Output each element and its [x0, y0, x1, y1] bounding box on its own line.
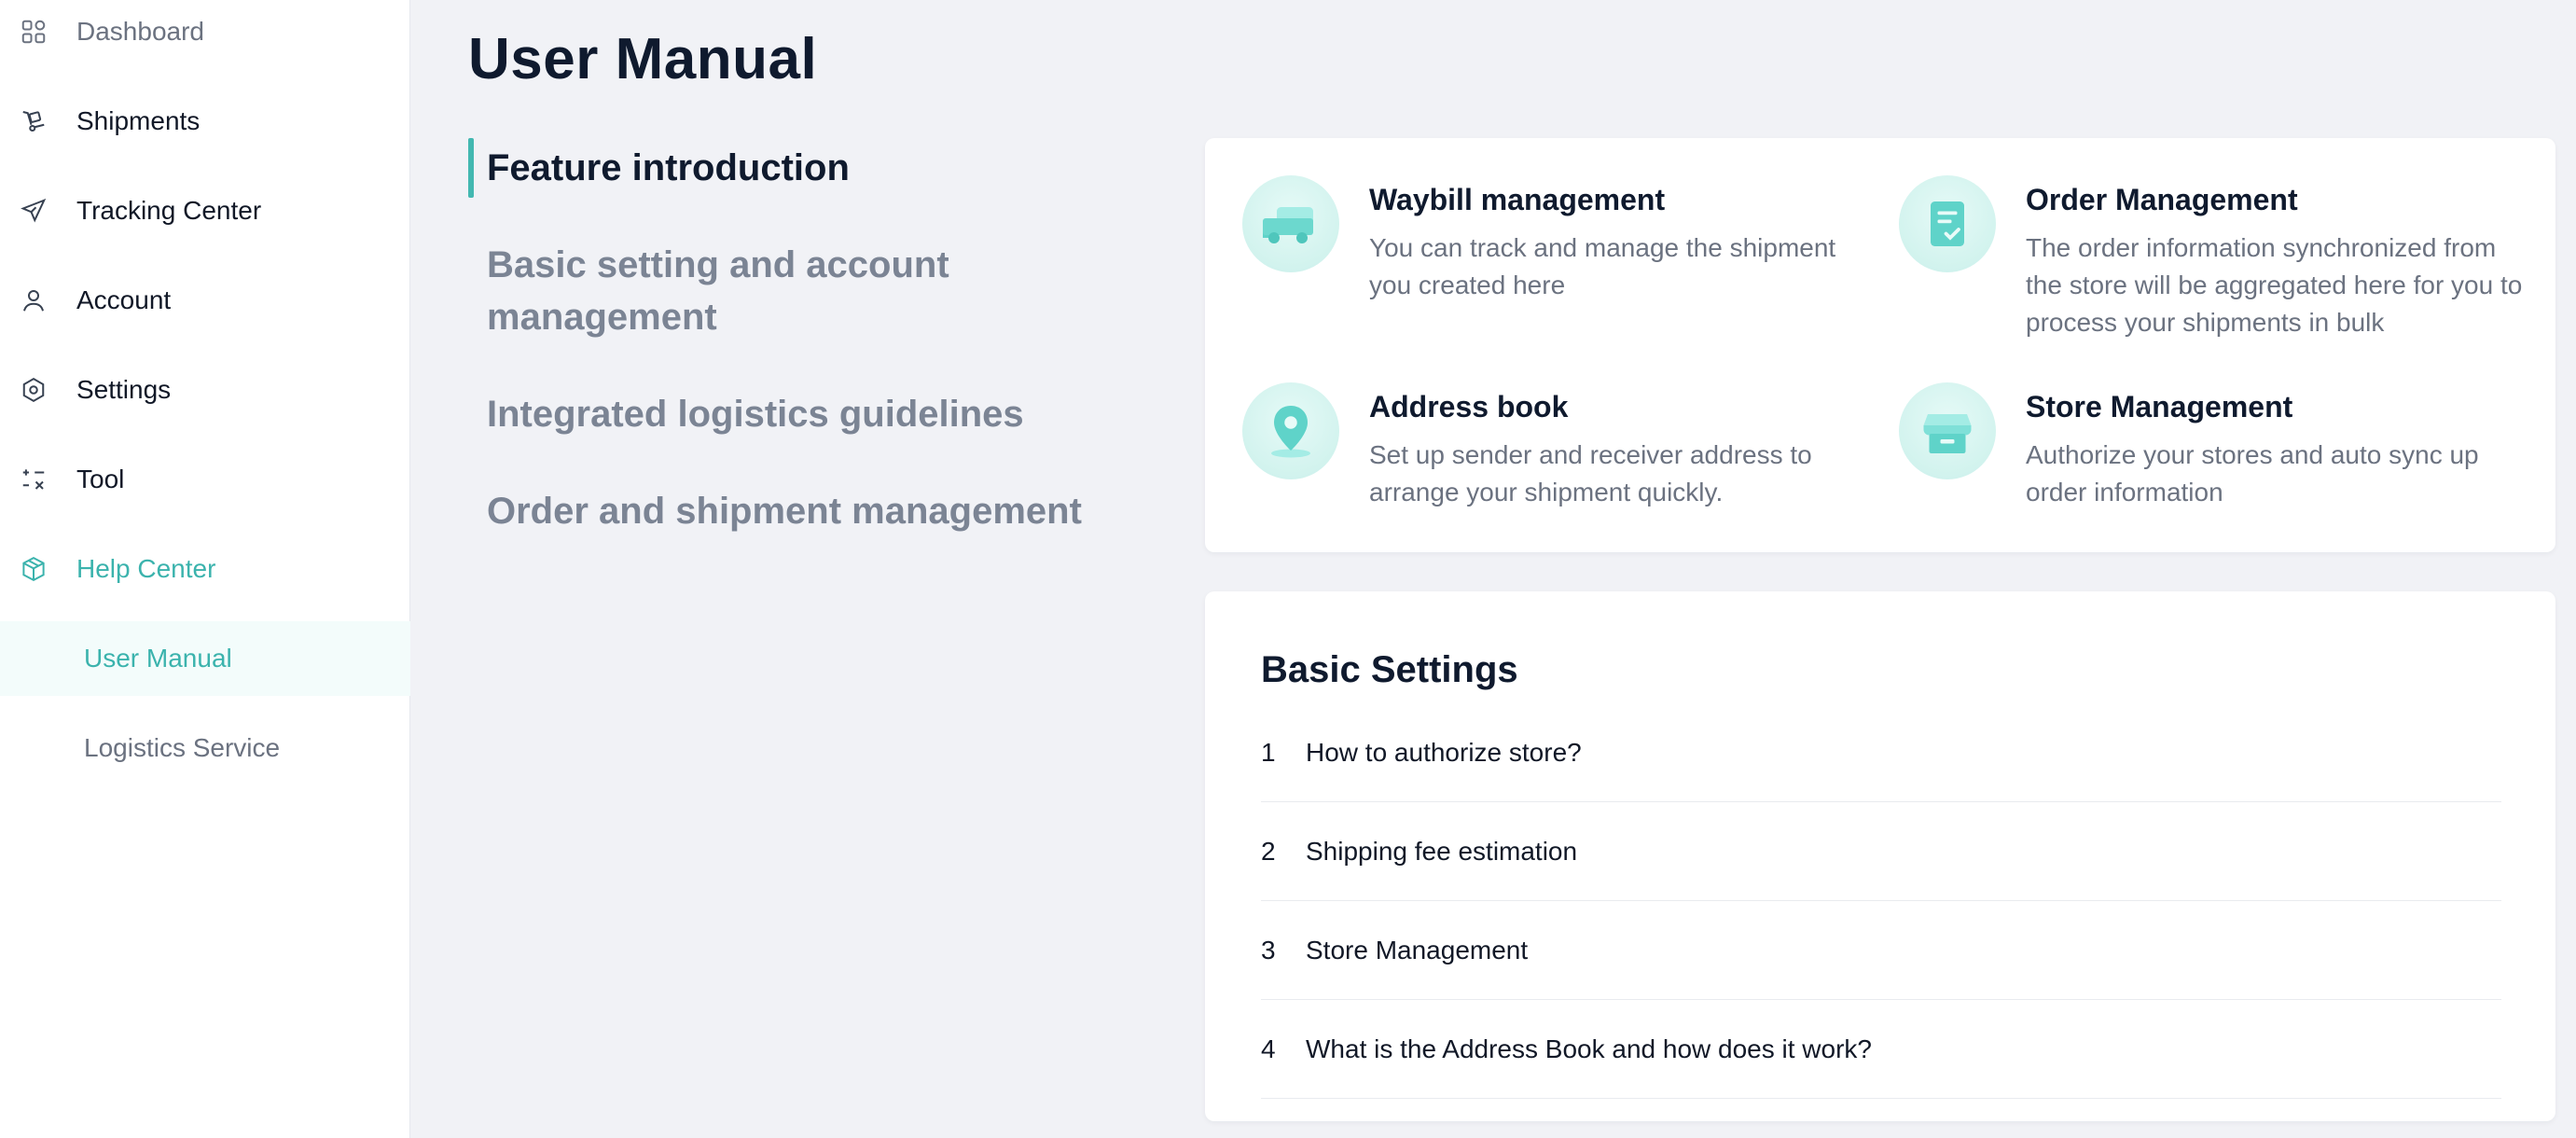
faq-item[interactable]: 4 What is the Address Book and how does …: [1261, 1000, 2501, 1099]
sidebar-item-shipments[interactable]: Shipments: [0, 76, 410, 166]
toc-item-feature-introduction[interactable]: Feature introduction: [487, 142, 1121, 194]
feature-title: Store Management: [2026, 390, 2293, 423]
dashboard-icon: [19, 17, 48, 47]
sidebar: Dashboard Shipments Tracking Center Acco…: [0, 0, 410, 1138]
location-pin-icon: [1242, 382, 1339, 479]
toc-item-order-shipment[interactable]: Order and shipment management: [487, 485, 1121, 537]
sidebar-item-account[interactable]: Account: [0, 256, 410, 345]
feature-description: The order information synchronized from …: [2026, 233, 2523, 337]
faq-number: 4: [1261, 1034, 1276, 1063]
sidebar-item-dashboard[interactable]: Dashboard: [0, 0, 410, 76]
page-title: User Manual: [468, 27, 818, 91]
section-title: Basic Settings: [1261, 649, 1518, 690]
faq-question: What is the Address Book and how does it…: [1306, 1034, 1872, 1063]
feature-description: Authorize your stores and auto sync up o…: [2026, 440, 2479, 507]
faq-question: Shipping fee estimation: [1306, 836, 1578, 866]
faq-number: 1: [1261, 737, 1276, 767]
sidebar-item-label: Tracking Center: [76, 196, 262, 225]
sidebar-subitem-label: User Manual: [84, 644, 232, 673]
faq-item[interactable]: 3 Store Management: [1261, 901, 2501, 1000]
truck-icon: [1242, 175, 1339, 272]
shipments-icon: [19, 106, 48, 136]
sidebar-item-label: Tool: [76, 465, 125, 493]
sidebar-item-label: Dashboard: [76, 17, 204, 46]
feature-card: Waybill management You can track and man…: [1205, 138, 2555, 552]
sidebar-item-help-center[interactable]: Help Center: [0, 524, 410, 614]
hexagon-gear-icon: [19, 375, 48, 405]
clipboard-check-icon: [1899, 175, 1996, 272]
sidebar-item-settings[interactable]: Settings: [0, 345, 410, 435]
faq-item[interactable]: 2 Shipping fee estimation: [1261, 802, 2501, 901]
feature-title: Waybill management: [1369, 183, 1666, 216]
sidebar-item-label: Settings: [76, 375, 172, 404]
faq-item[interactable]: 1 How to authorize store?: [1261, 703, 2501, 802]
sidebar-item-tool[interactable]: Tool: [0, 435, 410, 524]
tool-icon: [19, 465, 48, 494]
sidebar-item-tracking-center[interactable]: Tracking Center: [0, 166, 410, 256]
send-icon: [19, 196, 48, 226]
faq-question: Store Management: [1306, 935, 1529, 965]
feature-title: Order Management: [2026, 183, 2298, 216]
sidebar-item-label: Account: [76, 285, 172, 314]
sidebar-subitem-user-manual[interactable]: User Manual: [0, 621, 410, 696]
sidebar-subitem-label: Logistics Service: [84, 733, 281, 762]
store-icon: [1899, 382, 1996, 479]
feature-title: Address book: [1369, 390, 1569, 423]
sidebar-subitem-logistics-service[interactable]: Logistics Service: [0, 711, 410, 785]
sidebar-item-label: Shipments: [76, 106, 201, 135]
faq-number: 2: [1261, 836, 1276, 866]
toc-item-basic-setting[interactable]: Basic setting and account management: [487, 239, 1121, 343]
faq-number: 3: [1261, 935, 1276, 965]
user-icon: [19, 285, 48, 315]
toc-active-indicator: [468, 138, 474, 198]
feature-description: Set up sender and receiver address to ar…: [1369, 440, 1812, 507]
basic-settings-card: Basic Settings 1 How to authorize store?…: [1205, 591, 2555, 1121]
feature-description: You can track and manage the shipment yo…: [1369, 233, 1836, 299]
faq-question: How to authorize store?: [1306, 737, 1582, 767]
box-icon: [19, 554, 48, 584]
sidebar-item-label: Help Center: [76, 554, 216, 583]
toc-item-integrated-logistics[interactable]: Integrated logistics guidelines: [487, 388, 1121, 440]
